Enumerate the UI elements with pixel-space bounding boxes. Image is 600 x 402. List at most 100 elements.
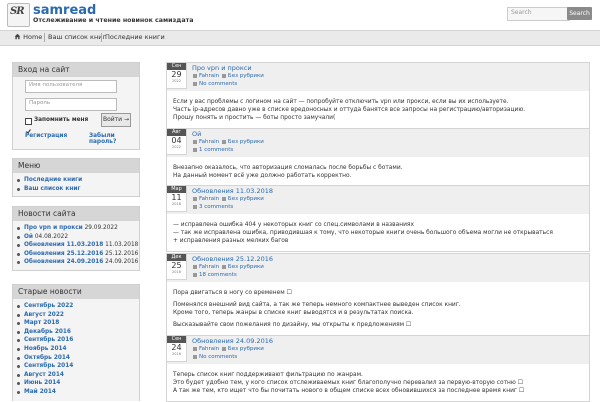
password-field[interactable]: Пароль (25, 98, 117, 111)
bullet-icon (17, 235, 20, 239)
archive-item[interactable]: Июнь 2014 (13, 379, 139, 388)
login-button[interactable]: Войти → (101, 113, 131, 127)
bullet-icon (17, 313, 20, 317)
news-item[interactable]: Обновления 11.03.2018 11.03.2018 (13, 241, 139, 250)
folder-icon (221, 264, 226, 269)
author-icon (193, 139, 197, 144)
nav-item-home[interactable]: Home (14, 33, 42, 41)
post-meta: Fahrain Без рубрики (192, 196, 264, 202)
post: Мар 11 2018 Обновления 11.03.2018 Fahrai… (166, 185, 590, 252)
post-date: Сен 24 2016 (167, 336, 187, 362)
post-comments[interactable]: No comments (192, 81, 237, 87)
bullet-icon (17, 356, 20, 360)
post-author[interactable]: Fahrain (199, 264, 219, 270)
post-body: Теперь список книг поддерживают фильтрац… (173, 372, 525, 394)
bullet-icon (17, 305, 20, 308)
bullet-icon (17, 382, 20, 386)
main-nav: Home Ваш список книг Последние книги (0, 30, 600, 46)
bullet-icon (17, 365, 20, 369)
login-title: Вход на сайт (13, 63, 139, 77)
nav-item-latest-books[interactable]: Последние книги (105, 33, 165, 41)
site-logo[interactable]: SR (7, 3, 30, 27)
search-button[interactable]: Search (567, 7, 592, 20)
menu-title: Меню (13, 159, 139, 173)
logo-text: SR (10, 6, 25, 17)
nav-label: Home (23, 33, 43, 41)
search-input[interactable]: Search (507, 7, 570, 21)
archive-item[interactable]: Март 2018 (13, 319, 139, 328)
post-author[interactable]: Fahrain (199, 196, 219, 202)
post-author[interactable]: Fahrain (199, 139, 219, 145)
bullet-icon (17, 339, 20, 343)
post-meta: Fahrain Без рубрики (192, 264, 264, 270)
news-list: Про vpn и прокси 29.09.2022 Ой 04.08.202… (13, 221, 139, 270)
archive-item[interactable]: Декабрь 2016 (13, 328, 139, 337)
post-title[interactable]: Ой (192, 130, 201, 138)
login-widget: Вход на сайт Имя пользователя Пароль Зап… (12, 62, 140, 150)
post-meta: Fahrain Без рубрики (192, 346, 264, 352)
bullet-icon (17, 179, 20, 182)
post-category[interactable]: Без рубрики (228, 346, 264, 352)
post-comments[interactable]: 1 comments (192, 147, 233, 153)
post-category[interactable]: Без рубрики (228, 196, 264, 202)
archive-item[interactable]: Сентябрь 2014 (13, 362, 139, 371)
site-description: Отслеживание и чтение новинок самиздата (33, 17, 194, 24)
username-field[interactable]: Имя пользователя (25, 80, 117, 93)
comment-icon (193, 204, 197, 209)
comment-icon (193, 354, 197, 359)
post-title[interactable]: Про vpn и прокси (192, 64, 252, 72)
menu-item[interactable]: Ваш список книг (13, 185, 139, 194)
bullet-icon (17, 227, 20, 230)
bullet-icon (17, 322, 20, 326)
post-category[interactable]: Без рубрики (228, 139, 264, 145)
post-comments[interactable]: No comments (192, 354, 237, 360)
register-link[interactable]: Регистрация (25, 133, 67, 139)
site-title[interactable]: samread (33, 3, 96, 18)
post: Сен 24 2016 Обновления 24.09.2016 Fahrai… (166, 335, 590, 402)
news-item[interactable]: Обновления 24.09.2016 24.09.2016 (13, 258, 139, 267)
archive-widget: Старые новости Сентябрь 2022 Август 2022… (12, 284, 140, 401)
post-title[interactable]: Обновления 11.03.2018 (192, 187, 273, 195)
archive-item[interactable]: Ноябрь 2014 (13, 345, 139, 354)
bullet-icon (17, 252, 20, 256)
author-icon (193, 196, 197, 201)
post-author[interactable]: Fahrain (199, 73, 219, 79)
post-title[interactable]: Обновления 25.12.2016 (192, 255, 273, 263)
archive-item[interactable]: Август 2014 (13, 371, 139, 380)
post-author[interactable]: Fahrain (199, 346, 219, 352)
post-title[interactable]: Обновления 24.09.2016 (192, 337, 273, 345)
menu-list: Последние книги Ваш список книг (13, 173, 139, 196)
nav-divider (101, 33, 102, 42)
news-title: Новости сайта (13, 207, 139, 221)
post-body: — исправлена ошибка 404 у некоторых книг… (173, 222, 553, 244)
post-comments[interactable]: 3 comments (192, 204, 233, 210)
news-item[interactable]: Ой 04.08.2022 (13, 233, 139, 242)
post: Сен 29 2022 Про vpn и прокси Fahrain Без… (166, 62, 590, 129)
bullet-icon (17, 373, 20, 377)
author-icon (193, 73, 197, 78)
archive-item[interactable]: Сентябрь 2022 (13, 302, 139, 311)
post-date: Дек 25 2016 (167, 254, 187, 280)
forgot-password-link[interactable]: Забыли пароль? (89, 133, 139, 145)
author-icon (193, 264, 197, 269)
archive-item[interactable]: Сентябрь 2016 (13, 336, 139, 345)
post-category[interactable]: Без рубрики (228, 73, 264, 79)
post-date: Сен 29 2022 (167, 63, 187, 89)
post-category[interactable]: Без рубрики (228, 264, 264, 270)
news-item[interactable]: Обновления 25.12.2016 25.12.2016 (13, 250, 139, 259)
post-meta: Fahrain Без рубрики (192, 139, 264, 145)
menu-item[interactable]: Последние книги (13, 176, 139, 185)
archive-item[interactable]: Август 2022 (13, 311, 139, 320)
post: Дек 25 2016 Обновления 25.12.2016 Fahrai… (166, 253, 590, 336)
archive-item[interactable]: Октябрь 2014 (13, 354, 139, 363)
bullet-icon (17, 390, 20, 394)
post-comments[interactable]: 18 comments (192, 272, 237, 278)
archive-item[interactable]: Май 2014 (13, 388, 139, 397)
post-date: Мар 11 2018 (167, 186, 187, 212)
news-item[interactable]: Про vpn и прокси 29.09.2022 (13, 224, 139, 233)
nav-item-my-books[interactable]: Ваш список книг (48, 33, 106, 41)
post: Авг 04 2022 Ой Fahrain Без рубрики 1 com… (166, 128, 590, 187)
post-meta: Fahrain Без рубрики (192, 73, 264, 79)
menu-widget: Меню Последние книги Ваш список книг (12, 158, 140, 198)
remember-checkbox[interactable] (25, 118, 32, 134)
